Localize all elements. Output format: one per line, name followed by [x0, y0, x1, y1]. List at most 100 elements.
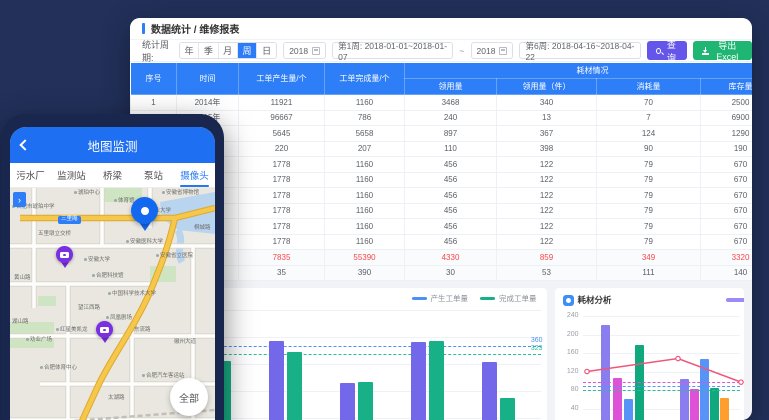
bar-产生工单量[interactable]	[269, 341, 284, 420]
back-icon[interactable]	[19, 139, 30, 150]
consumable-bar[interactable]	[700, 359, 709, 420]
phone-tab-bar: 污水厂监测站桥梁泵站摄像头	[10, 163, 215, 188]
consumable-bar[interactable]	[624, 399, 633, 420]
y-axis-tick: 240	[561, 312, 579, 319]
show-all-button[interactable]: 全部	[170, 378, 208, 416]
bar-完成工单量[interactable]	[287, 352, 302, 420]
week-start-input[interactable]: 第1周: 2018-01-01~2018-01-07	[332, 42, 453, 59]
reference-line-label: 323	[531, 345, 543, 352]
chart-legend: 产生工单量完成工单量	[412, 293, 537, 304]
legend-item[interactable]: 产生工单量	[412, 293, 469, 304]
year-start-value: 2018	[289, 46, 308, 56]
y-axis-tick: 80	[561, 386, 579, 393]
screen: 数据统计 / 维修报表 统计周期: 年季月周日 2018 第1周: 2018-0…	[0, 0, 769, 420]
map-label: 黄山路	[14, 276, 31, 282]
legend-swatch	[480, 297, 495, 301]
consumable-bar[interactable]	[690, 389, 699, 420]
period-option-2[interactable]: 季	[199, 43, 218, 58]
search-icon	[656, 48, 661, 54]
map-label: 东流路	[134, 328, 151, 334]
map-label: 湖山路	[12, 320, 29, 326]
phone-tab-泵站[interactable]: 泵站	[133, 163, 174, 187]
camera-marker[interactable]	[96, 321, 113, 343]
sub-column-header: 库存量	[701, 79, 753, 95]
consumable-bar[interactable]	[601, 325, 610, 420]
map-label: 望江西路	[78, 306, 100, 312]
gridline	[583, 316, 740, 317]
phone-tab-桥梁[interactable]: 桥梁	[92, 163, 133, 187]
sub-column-header: 消耗量	[597, 79, 701, 95]
selected-location-pin[interactable]	[131, 197, 158, 231]
sub-column-header: 领用量（件）	[497, 79, 597, 95]
download-icon	[702, 47, 708, 55]
map-view[interactable]: › 全部 琥珀中心体育馆安徽农业大学安徽省博物馆合肥市琥珀中学五里墩立交桥三里庵…	[10, 188, 215, 420]
period-segmented-control: 年季月周日	[179, 42, 277, 59]
map-label: 安徽省立医院	[156, 254, 193, 260]
legend-item[interactable]: 完成工单量	[480, 293, 537, 304]
y-axis-tick: 120	[561, 368, 579, 375]
map-label: 三里庵	[58, 216, 81, 224]
export-button-label: 导出Excel	[712, 39, 743, 62]
bar-产生工单量[interactable]	[482, 362, 497, 420]
camera-marker[interactable]	[56, 246, 73, 268]
phone-tab-污水厂[interactable]: 污水厂	[10, 163, 51, 187]
reference-line	[583, 382, 740, 383]
bar-完成工单量[interactable]	[358, 382, 373, 420]
column-header: 工单产生量/个	[239, 63, 325, 95]
reference-line	[583, 390, 740, 391]
map-label: 徽州大道	[174, 340, 196, 346]
phone-tab-监测站[interactable]: 监测站	[51, 163, 92, 187]
consumable-bar[interactable]	[613, 378, 622, 420]
phone-mockup: 地图监测 污水厂监测站桥梁泵站摄像头	[1, 114, 224, 420]
bar-产生工单量[interactable]	[411, 342, 426, 420]
phone-tab-摄像头[interactable]: 摄像头	[174, 163, 215, 187]
legend-swatch	[412, 297, 427, 301]
column-header: 工单完成量/个	[325, 63, 405, 95]
pie-chart-icon	[563, 295, 574, 306]
reference-line-label: 360	[531, 337, 543, 344]
period-option-3[interactable]: 月	[219, 43, 238, 58]
legend-fragment	[726, 298, 744, 302]
period-option-1[interactable]: 年	[180, 43, 199, 58]
period-option-5[interactable]: 日	[257, 43, 276, 58]
map-label: 桐城路	[194, 226, 211, 232]
y-axis-tick: 160	[561, 349, 579, 356]
chart-header: 耗材分析	[563, 294, 612, 306]
calendar-icon	[312, 47, 320, 55]
breadcrumb: 数据统计 / 维修报表	[151, 21, 239, 36]
map-expand-button[interactable]: ›	[13, 192, 26, 207]
bar-完成工单量[interactable]	[500, 398, 515, 420]
phone-header: 地图监测	[10, 127, 215, 163]
map-label: 五里墩立交桥	[38, 232, 71, 238]
query-button-label: 查询	[665, 38, 678, 64]
week-end-input[interactable]: 第6周: 2018-04-16~2018-04-22	[519, 42, 640, 59]
consumables-chart: 耗材分析 2402001601208040	[555, 288, 744, 420]
consumable-bar[interactable]	[710, 388, 719, 420]
phone-page-title: 地图监测	[87, 136, 137, 155]
range-separator: ~	[459, 46, 464, 56]
map-label: 安徽大学	[84, 258, 110, 264]
map-label: 红星美凯龙	[56, 328, 88, 334]
query-button[interactable]: 查询	[647, 41, 687, 60]
year-end-select[interactable]: 2018	[471, 42, 514, 59]
breadcrumb-bar: 数据统计 / 维修报表	[130, 18, 752, 40]
filter-bar: 统计周期: 年季月周日 2018 第1周: 2018-01-01~2018-01…	[130, 40, 752, 62]
map-label: 合肥体育中心	[40, 366, 77, 372]
period-label: 统计周期:	[142, 38, 173, 64]
export-excel-button[interactable]: 导出Excel	[693, 41, 752, 60]
breadcrumb-accent	[142, 23, 145, 34]
table-row: 12014年1192111603468340702500	[131, 95, 753, 111]
sub-column-header: 领用量	[405, 79, 497, 95]
period-option-4[interactable]: 周	[238, 43, 257, 58]
bar-产生工单量[interactable]	[340, 383, 355, 420]
year-end-value: 2018	[477, 46, 496, 56]
map-label: 安徽医科大学	[126, 240, 163, 246]
reference-line	[583, 386, 740, 387]
chart-title: 耗材分析	[578, 294, 612, 306]
year-start-select[interactable]: 2018	[283, 42, 326, 59]
column-header: 时间	[177, 63, 239, 95]
bar-完成工单量[interactable]	[429, 341, 444, 420]
consumable-bar[interactable]	[720, 398, 729, 420]
map-label: 中国科学技术大学	[108, 292, 156, 298]
y-axis-tick: 40	[561, 405, 579, 412]
